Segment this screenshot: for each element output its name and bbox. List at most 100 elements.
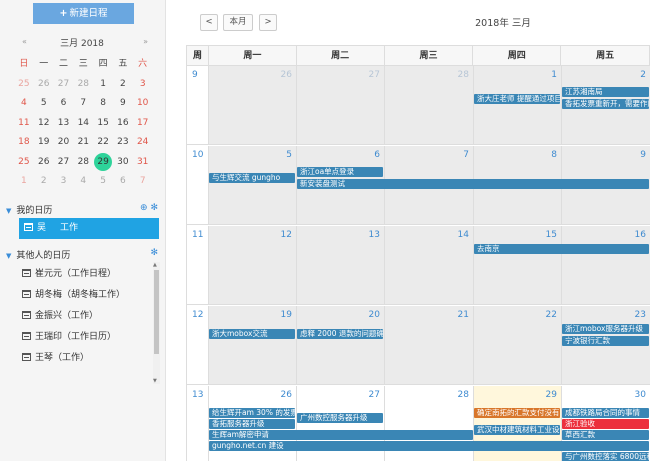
mini-day[interactable]: 5 — [34, 94, 54, 114]
other-calendars-header[interactable]: ▼ 其他人的日历 ✻ — [6, 248, 158, 262]
this-month-button[interactable]: 本月 — [223, 14, 253, 31]
mini-day[interactable]: 13 — [54, 114, 74, 134]
my-calendars-header[interactable]: ▼ 我的日历 ⊕ ✻ — [6, 203, 158, 217]
mini-day[interactable]: 18 — [14, 133, 34, 153]
day-cell[interactable]: 22 — [474, 306, 562, 384]
other-calendars-scrollbar[interactable]: ▲ ▼ — [153, 262, 160, 384]
mini-day[interactable]: 10 — [133, 94, 153, 114]
settings-gear-icon[interactable]: ✻ — [150, 248, 158, 258]
mini-day[interactable]: 11 — [14, 114, 34, 134]
prev-month-button[interactable]: < — [200, 14, 218, 31]
add-calendar-icon[interactable]: ⊕ — [140, 203, 148, 213]
day-cell[interactable]: 28 — [385, 66, 474, 144]
other-calendar-item[interactable]: 崔元元（工作日程） — [22, 264, 152, 285]
mini-day[interactable]: 5 — [93, 172, 113, 192]
other-calendar-item[interactable]: 王琴（工作） — [22, 348, 152, 369]
event[interactable]: 给生辉开am 30% 的发票 — [209, 408, 295, 418]
mini-day[interactable]: 26 — [34, 153, 54, 173]
event[interactable]: 与生辉交流 gungho — [209, 173, 295, 183]
mini-day[interactable]: 1 — [93, 75, 113, 95]
mini-day[interactable]: 31 — [133, 153, 153, 173]
mini-day[interactable]: 2 — [34, 172, 54, 192]
event[interactable]: 与广州数控落实 6800远程 — [562, 452, 649, 461]
event[interactable]: 宁波银行汇款 — [562, 336, 649, 346]
mini-day[interactable]: 24 — [133, 133, 153, 153]
mini-day[interactable]: 9 — [113, 94, 133, 114]
day-cell[interactable]: 21 — [385, 306, 474, 384]
scrollbar-thumb[interactable] — [154, 270, 159, 354]
mini-day[interactable]: 16 — [113, 114, 133, 134]
mini-day[interactable]: 19 — [34, 133, 54, 153]
event[interactable]: 浙大庄老师 提醒通过项目 — [474, 94, 560, 104]
mini-day[interactable]: 25 — [14, 75, 34, 95]
mini-day[interactable]: 30 — [113, 153, 133, 173]
mini-day[interactable]: 23 — [113, 133, 133, 153]
mini-day[interactable]: 21 — [73, 133, 93, 153]
event[interactable]: 确定南拓的汇款支付没有 — [474, 408, 560, 418]
event[interactable]: 生辉am解密申请 — [209, 430, 473, 440]
day-cell[interactable]: 19 — [209, 306, 297, 384]
event[interactable]: 江苏湘南局 — [562, 87, 649, 97]
day-cell[interactable]: 5 — [209, 146, 297, 224]
mini-day[interactable]: 6 — [54, 94, 74, 114]
mini-day[interactable]: 12 — [34, 114, 54, 134]
my-calendar-item[interactable]: 吴工作 — [19, 218, 159, 239]
event[interactable]: 武汉中材建筑材料工业设计 — [474, 425, 560, 435]
day-cell[interactable]: 15 — [474, 226, 562, 304]
new-schedule-button[interactable]: + 新建日程 — [33, 3, 134, 24]
other-calendar-item[interactable]: 王瑞印（工作日历） — [22, 327, 152, 348]
mini-day[interactable]: 2 — [113, 75, 133, 95]
event[interactable]: 香拓服务器升级 — [209, 419, 295, 429]
day-cell[interactable]: 26 — [209, 66, 297, 144]
event[interactable]: 浙大mobox交流 — [209, 329, 295, 339]
collapse-triangle-icon[interactable]: ▼ — [6, 207, 11, 215]
other-calendar-item[interactable]: 金振兴（工作） — [22, 306, 152, 327]
scroll-down-icon[interactable]: ▼ — [153, 378, 157, 384]
day-cell[interactable]: 16 — [562, 226, 650, 304]
day-cell[interactable]: 27 — [297, 66, 385, 144]
mini-day[interactable]: 27 — [54, 75, 74, 95]
event[interactable]: 草西汇款 — [562, 430, 649, 440]
day-cell[interactable]: 12 — [209, 226, 297, 304]
mini-next-month-button[interactable]: » — [143, 37, 148, 46]
mini-day[interactable]: 22 — [93, 133, 113, 153]
mini-day[interactable]: 4 — [14, 94, 34, 114]
day-cell[interactable]: 20 — [297, 306, 385, 384]
mini-day[interactable]: 3 — [54, 172, 74, 192]
settings-gear-icon[interactable]: ✻ — [150, 203, 158, 213]
scroll-up-icon[interactable]: ▲ — [153, 262, 157, 268]
mini-day[interactable]: 7 — [133, 172, 153, 192]
event[interactable]: 成都铁路局合同的事情 — [562, 408, 649, 418]
mini-day[interactable]: 15 — [93, 114, 113, 134]
mini-day[interactable]: 17 — [133, 114, 153, 134]
event[interactable]: gungho.net.cn 建设 — [209, 441, 649, 451]
event[interactable]: 浙江mobox服务器升级 — [562, 324, 649, 334]
event[interactable]: 香拓发票重新开，需要作废 — [562, 99, 649, 109]
mini-day[interactable]: 25 — [14, 153, 34, 173]
event[interactable]: 去南京 — [474, 244, 649, 254]
mini-day-today[interactable]: 29 — [93, 152, 113, 173]
mini-day[interactable]: 8 — [93, 94, 113, 114]
mini-day[interactable]: 7 — [73, 94, 93, 114]
day-cell[interactable]: 14 — [385, 226, 474, 304]
mini-day[interactable]: 4 — [73, 172, 93, 192]
mini-day[interactable]: 6 — [113, 172, 133, 192]
event[interactable]: 虑释 2000 退款的问题确认 — [297, 329, 383, 339]
day-cell[interactable]: 13 — [297, 226, 385, 304]
day-cell[interactable]: 1 — [474, 66, 562, 144]
event[interactable]: 新安装盘测试 — [297, 179, 649, 189]
event[interactable]: 广州数控服务器升级 — [297, 413, 383, 423]
next-month-button[interactable]: > — [259, 14, 277, 31]
mini-day[interactable]: 1 — [14, 172, 34, 192]
event[interactable]: 浙江验收 — [562, 419, 649, 429]
mini-day[interactable]: 14 — [73, 114, 93, 134]
mini-day[interactable]: 26 — [34, 75, 54, 95]
mini-day[interactable]: 28 — [73, 75, 93, 95]
mini-day[interactable]: 20 — [54, 133, 74, 153]
event[interactable]: 浙江oa单点登录 — [297, 167, 383, 177]
other-calendar-item[interactable]: 胡冬梅（胡冬梅工作） — [22, 285, 152, 306]
mini-day[interactable]: 27 — [54, 153, 74, 173]
mini-day[interactable]: 3 — [133, 75, 153, 95]
collapse-triangle-icon[interactable]: ▼ — [6, 252, 11, 260]
mini-day[interactable]: 28 — [73, 153, 93, 173]
